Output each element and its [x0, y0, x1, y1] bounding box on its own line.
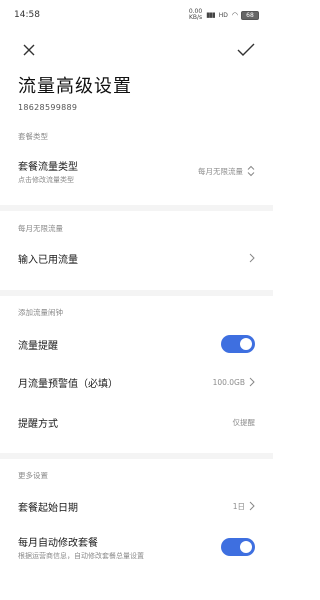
chevron-right-icon: [249, 501, 255, 511]
chevron-right-icon: [249, 377, 255, 387]
section-label-flow-alarm: 添加流量闹钟: [18, 308, 63, 317]
divider: [0, 205, 273, 211]
chevron-right-icon: [249, 253, 255, 263]
row-flow-reminder: 流量提醒: [0, 333, 273, 355]
confirm-button[interactable]: [235, 39, 257, 61]
row-title: 套餐流量类型: [18, 161, 78, 173]
section-label-monthly-unlimited: 每月无限流量: [18, 224, 63, 233]
auto-modify-toggle[interactable]: [221, 538, 255, 556]
row-title: 月流量预警值（必填）: [18, 378, 118, 390]
row-subtitle: 根据运营商信息，自动修改套餐总量设置: [18, 551, 144, 560]
row-title: 输入已用流量: [18, 254, 78, 266]
row-value: 1日: [232, 501, 245, 511]
network-type: HD: [218, 11, 228, 19]
updown-chevron-icon: [247, 165, 255, 177]
status-bar: 14:58 0.00 KB/s ▮▮▮ HD ◠ 68: [0, 0, 273, 30]
check-icon: [237, 43, 255, 56]
signal-icon: ▮▮▮: [206, 11, 216, 19]
flow-reminder-toggle[interactable]: [221, 335, 255, 353]
navbar: [0, 32, 273, 68]
row-title: 套餐起始日期: [18, 502, 78, 514]
battery-icon: 68: [241, 10, 259, 20]
row-value: 仅提醒: [232, 417, 256, 427]
toggle-knob: [240, 338, 252, 350]
row-title: 每月自动修改套餐: [18, 537, 98, 549]
phone-number: 18628599889: [18, 103, 78, 112]
row-plan-flow-type[interactable]: 套餐流量类型 点击修改流量类型 每月无限流量: [0, 156, 273, 186]
divider: [0, 290, 273, 296]
row-title: 提醒方式: [18, 418, 58, 430]
row-reminder-method[interactable]: 提醒方式 仅提醒: [0, 412, 273, 432]
row-input-used-flow[interactable]: 输入已用流量: [0, 248, 273, 268]
close-button[interactable]: [18, 39, 40, 61]
row-value: 每月无限流量: [198, 166, 243, 176]
divider: [0, 453, 273, 459]
title-block: 流量高级设置 18628599889: [18, 72, 132, 112]
close-icon: [23, 44, 35, 56]
status-icons: 0.00 KB/s ▮▮▮ HD ◠ 68: [189, 9, 259, 21]
row-monthly-threshold[interactable]: 月流量预警值（必填） 100.0GB: [0, 372, 273, 392]
row-subtitle: 点击修改流量类型: [18, 175, 74, 184]
row-title: 流量提醒: [18, 340, 58, 352]
row-value: 100.0GB: [212, 377, 245, 387]
battery-level: 68: [246, 11, 254, 19]
toggle-knob: [240, 541, 252, 553]
row-plan-start-date[interactable]: 套餐起始日期 1日: [0, 496, 273, 516]
section-label-more-settings: 更多设置: [18, 471, 48, 480]
page-title: 流量高级设置: [18, 76, 132, 97]
wifi-icon: ◠: [231, 11, 238, 19]
status-time: 14:58: [14, 10, 40, 20]
row-auto-modify-plan: 每月自动修改套餐 根据运营商信息，自动修改套餐总量设置: [0, 533, 273, 561]
section-label-plan-type: 套餐类型: [18, 132, 48, 141]
network-speed: 0.00 KB/s: [188, 8, 203, 21]
